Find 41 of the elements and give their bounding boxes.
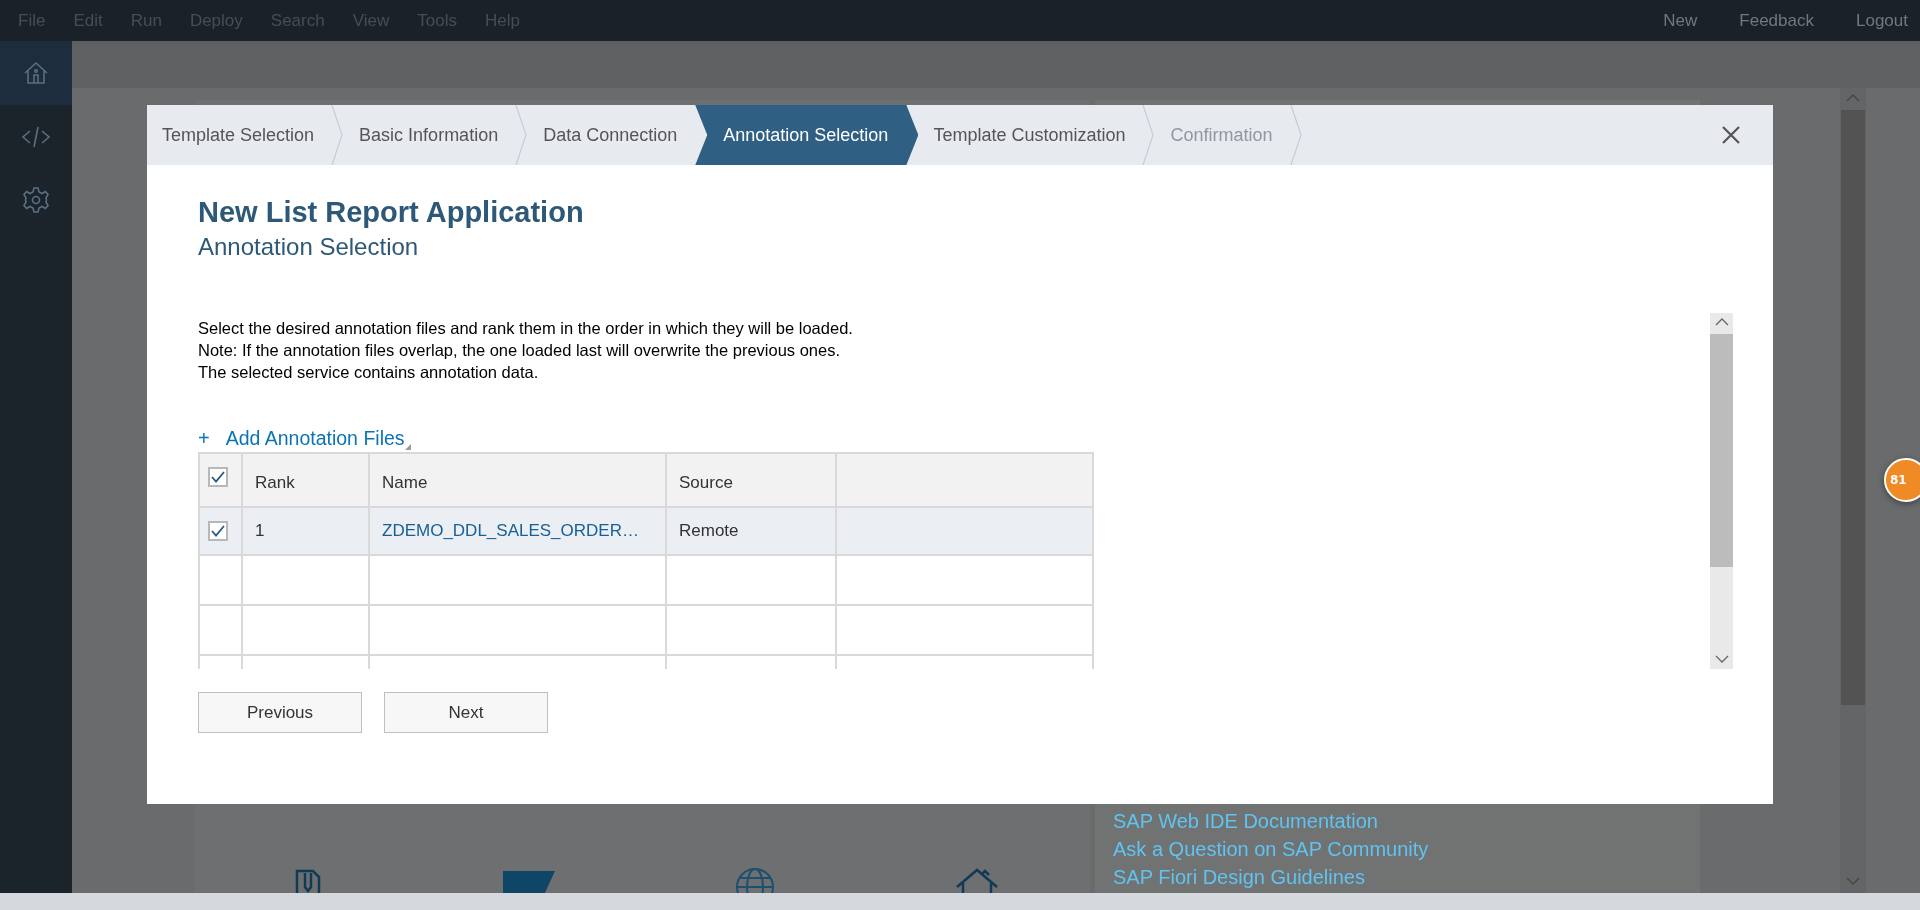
dialog-subtitle: Annotation Selection <box>198 232 420 262</box>
help-link[interactable]: Ask a Question on SAP Community <box>1113 835 1700 863</box>
settings-icon <box>22 185 50 214</box>
checkbox[interactable] <box>208 467 228 487</box>
column-header[interactable]: Rank <box>243 454 370 508</box>
notification-badge[interactable]: 81 <box>1884 458 1920 502</box>
corner-icon <box>404 444 411 450</box>
chevron-separator <box>1288 105 1303 165</box>
column-header[interactable]: Name <box>370 454 667 508</box>
column-header[interactable]: Source <box>667 454 837 508</box>
table-cell: Remote <box>679 521 739 541</box>
menu-item[interactable]: New <box>1663 10 1698 31</box>
menu-item[interactable]: Feedback <box>1739 10 1814 31</box>
plus-icon[interactable]: + <box>198 426 210 450</box>
help-link[interactable]: SAP Web IDE Documentation <box>1113 807 1700 835</box>
help-link[interactable]: SAP Fiori Design Guidelines <box>1113 863 1700 891</box>
description-text: The selected service contains annotation data. <box>198 362 540 383</box>
description-text: Select the desired annotation files and rank them in the order in which they will be loaded. <box>198 318 854 339</box>
chevron-separator <box>514 105 529 165</box>
house-icon <box>955 867 999 893</box>
house-icon <box>23 60 49 86</box>
chevron-separator <box>330 105 345 165</box>
description-text: Note: If the annotation files overlap, the one loaded last will overwrite the previous ones. <box>198 340 842 361</box>
next-button[interactable]: Next <box>384 692 548 733</box>
document-icon <box>293 867 323 893</box>
previous-button[interactable]: Previous <box>198 692 362 733</box>
wizard-step[interactable]: Template Customization <box>918 105 1142 165</box>
scrollbar[interactable] <box>1710 313 1733 669</box>
home-button[interactable] <box>0 41 72 105</box>
table-cell: 1 <box>255 521 265 541</box>
menu-item[interactable]: Logout <box>1856 10 1908 31</box>
checkbox[interactable] <box>208 521 228 541</box>
chevron-separator <box>1141 105 1156 165</box>
wizard-step[interactable]: Basic Information <box>344 105 515 165</box>
code-icon <box>21 124 51 149</box>
add-files-link[interactable]: Add Annotation Files <box>225 426 405 450</box>
dialog-title: New List Report Application <box>198 195 585 229</box>
table-row[interactable]: 1 ZDEMO_DDL_SALES_ORDER… Remote <box>200 508 1094 556</box>
wizard-step[interactable]: Data Connection <box>528 105 694 165</box>
wizard-step[interactable]: Template Selection <box>147 105 331 165</box>
wizard-step[interactable]: Annotation Selection <box>695 105 919 165</box>
